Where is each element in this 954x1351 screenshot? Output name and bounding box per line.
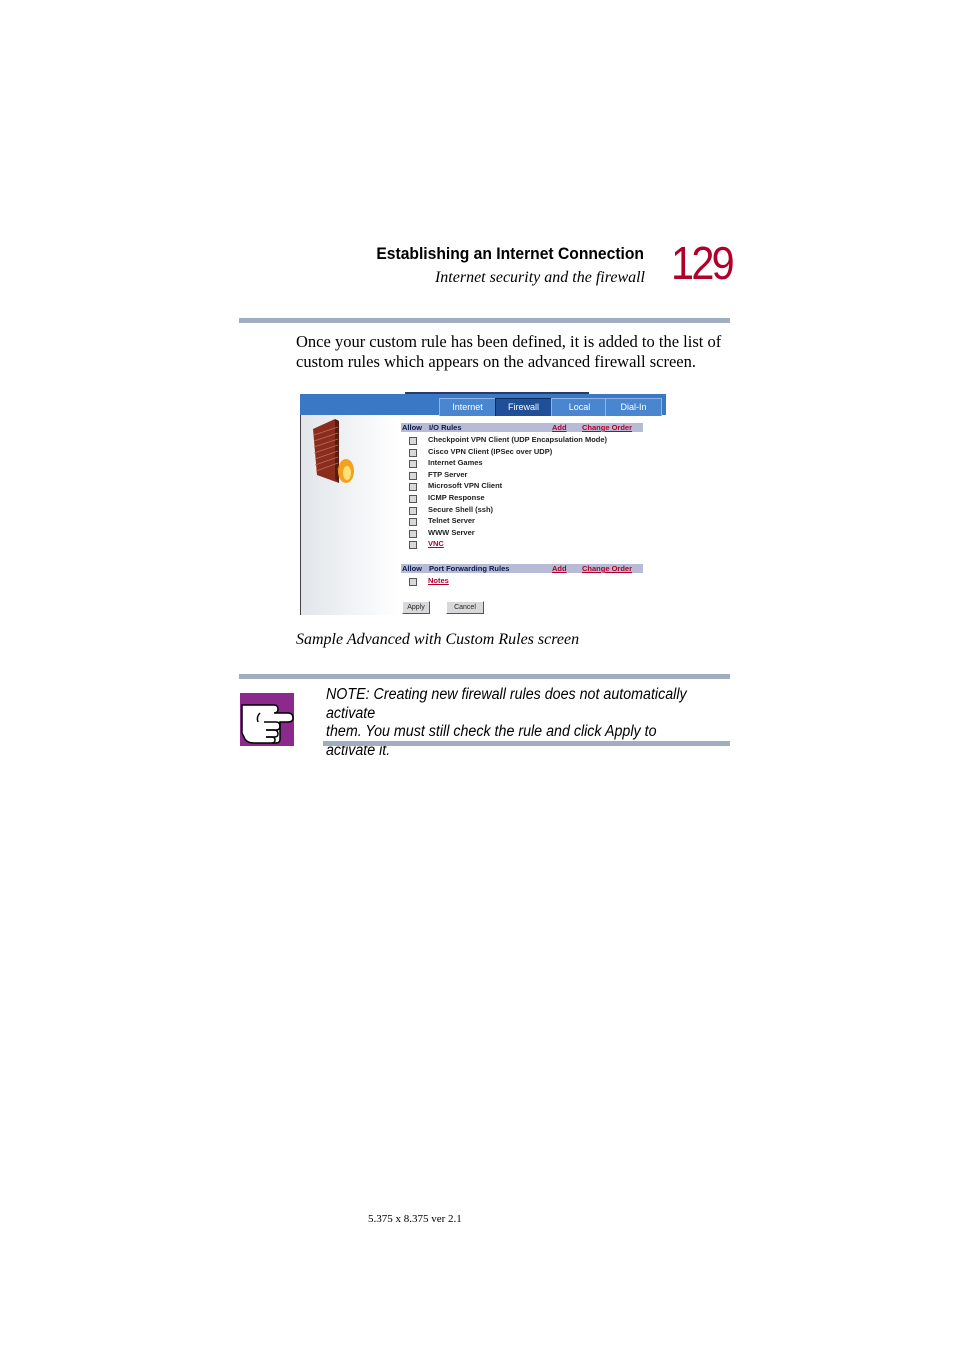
pf-rules-title: Port Forwarding Rules — [429, 564, 510, 573]
note-top-divider — [239, 674, 730, 679]
rule-row: Microsoft VPN Client — [401, 480, 643, 492]
note-bottom-divider — [323, 741, 730, 746]
rule-row: ICMP Response — [401, 492, 643, 503]
firewall-brick-icon — [313, 419, 354, 483]
io-change-order-link[interactable]: Change Order — [582, 423, 632, 432]
apply-button[interactable]: Apply — [402, 601, 430, 614]
rule-row: Notes — [401, 575, 643, 586]
pf-change-order-link[interactable]: Change Order — [582, 564, 632, 573]
rule-checkbox[interactable] — [409, 578, 417, 586]
rule-row: VNC — [401, 538, 643, 550]
rule-row: Checkpoint VPN Client (UDP Encapsulation… — [401, 434, 643, 445]
cancel-button[interactable]: Cancel — [446, 601, 484, 614]
rule-label: Cisco VPN Client (IPSec over UDP) — [428, 446, 553, 456]
rule-checkbox[interactable] — [409, 495, 417, 503]
rule-row: Internet Games — [401, 457, 643, 469]
port-forwarding-header: Allow Port Forwarding Rules Add Change O… — [401, 564, 643, 573]
section-title: Internet security and the firewall — [434, 269, 645, 286]
rule-label: Internet Games — [428, 458, 483, 468]
rule-label: Secure Shell (ssh) — [428, 504, 494, 514]
rule-checkbox[interactable] — [409, 471, 417, 480]
pf-allow-label: Allow — [402, 564, 422, 573]
pf-add-link[interactable]: Add — [552, 564, 567, 573]
tab-firewall[interactable]: Firewall — [495, 398, 552, 416]
firewall-screenshot: Internet Firewall Local Dial-In Allow I/… — [300, 392, 666, 615]
rule-label: Telnet Server — [428, 516, 475, 526]
header-divider — [239, 318, 730, 323]
tab-bar: Internet Firewall Local Dial-In — [300, 394, 666, 416]
io-allow-label: Allow — [402, 423, 422, 432]
io-rules-title: I/O Rules — [429, 423, 462, 432]
footer-version: 5.375 x 8.375 ver 2.1 — [368, 1213, 462, 1225]
note-text: NOTE: Creating new firewall rules does n… — [326, 686, 687, 759]
tab-local[interactable]: Local — [551, 398, 608, 416]
rule-checkbox[interactable] — [409, 506, 417, 515]
rule-label: FTP Server — [428, 469, 468, 479]
io-add-link[interactable]: Add — [552, 423, 567, 432]
rule-checkbox[interactable] — [409, 483, 417, 492]
rule-checkbox[interactable] — [409, 518, 417, 527]
pointing-hand-icon — [240, 693, 294, 746]
rule-link[interactable]: VNC — [428, 538, 444, 549]
tab-dial-in[interactable]: Dial-In — [605, 398, 662, 416]
body-paragraph: Once your custom rule has been defined, … — [296, 332, 722, 371]
rule-row: Secure Shell (ssh) — [401, 504, 643, 515]
rule-label: ICMP Response — [428, 493, 485, 502]
rule-row: WWW Server — [401, 527, 643, 538]
sidebar-panel — [301, 415, 399, 615]
tab-internet[interactable]: Internet — [439, 398, 496, 416]
rule-checkbox[interactable] — [409, 541, 417, 550]
rule-row: Cisco VPN Client (IPSec over UDP) — [401, 446, 643, 457]
rule-label: WWW Server — [428, 527, 475, 537]
chapter-title: Establishing an Internet Connection — [376, 244, 644, 263]
page-number: 129 — [671, 237, 735, 289]
rule-checkbox[interactable] — [409, 437, 417, 445]
rule-checkbox[interactable] — [409, 529, 417, 538]
figure-caption: Sample Advanced with Custom Rules screen — [296, 631, 580, 648]
rule-label: Microsoft VPN Client — [428, 481, 503, 491]
rule-link[interactable]: Notes — [428, 575, 449, 586]
rule-checkbox[interactable] — [409, 460, 417, 469]
rule-row: FTP Server — [401, 469, 643, 480]
rule-checkbox[interactable] — [409, 448, 417, 457]
io-rules-header: Allow I/O Rules Add Change Order — [401, 423, 643, 432]
rule-label: Checkpoint VPN Client (UDP Encapsulation… — [428, 435, 608, 444]
rule-row: Telnet Server — [401, 515, 643, 527]
